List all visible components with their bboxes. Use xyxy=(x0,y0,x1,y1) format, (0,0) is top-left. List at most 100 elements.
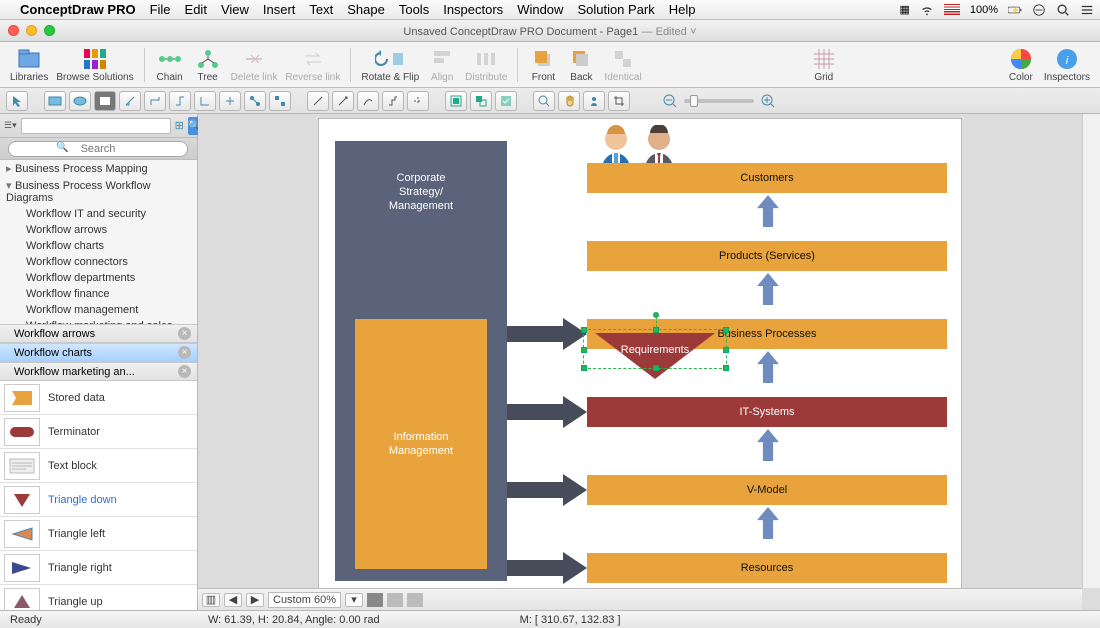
page-tab[interactable] xyxy=(407,593,423,607)
conn-tool-7[interactable] xyxy=(269,91,291,111)
tray-icon[interactable]: ▦ xyxy=(899,3,909,16)
tree-node[interactable]: Workflow management xyxy=(0,302,197,318)
identical-button[interactable]: Identical xyxy=(602,45,643,85)
line-tool-4[interactable] xyxy=(382,91,404,111)
color-button[interactable]: Color xyxy=(1004,45,1038,85)
line-tool-3[interactable] xyxy=(357,91,379,111)
group-tool-3[interactable] xyxy=(495,91,517,111)
conn-tool-2[interactable] xyxy=(144,91,166,111)
tree-node[interactable]: Workflow IT and security xyxy=(0,206,197,222)
arrow-up-5[interactable] xyxy=(753,507,783,539)
page-prev[interactable]: ▶ xyxy=(246,593,264,607)
rotate-flip-button[interactable]: Rotate & Flip xyxy=(359,45,421,85)
flag-icon[interactable] xyxy=(944,4,960,15)
arrow-up-2[interactable] xyxy=(753,273,783,305)
menu-solution-park[interactable]: Solution Park xyxy=(577,2,654,17)
shape-information-management[interactable]: Information Management xyxy=(355,319,487,569)
shape-v-model[interactable]: V-Model xyxy=(587,475,947,505)
menu-extras-icon[interactable] xyxy=(1080,3,1094,17)
menu-shape[interactable]: Shape xyxy=(347,2,385,17)
menu-inspectors[interactable]: Inspectors xyxy=(443,2,503,17)
arrow-up-1[interactable] xyxy=(753,195,783,227)
pointer-tool[interactable] xyxy=(6,91,28,111)
line-tool-1[interactable] xyxy=(307,91,329,111)
arrow-up-3[interactable] xyxy=(753,351,783,383)
arrow-up-4[interactable] xyxy=(753,429,783,461)
tree-node[interactable]: Workflow arrows xyxy=(0,222,197,238)
menu-insert[interactable]: Insert xyxy=(263,2,296,17)
rect-tool[interactable] xyxy=(44,91,66,111)
menu-text[interactable]: Text xyxy=(309,2,333,17)
menu-file[interactable]: File xyxy=(150,2,171,17)
delete-link-button[interactable]: Delete link xyxy=(229,45,280,85)
library-menu-icon[interactable]: ☰▾ xyxy=(4,120,17,131)
reverse-link-button[interactable]: Reverse link xyxy=(283,45,342,85)
menu-window[interactable]: Window xyxy=(517,2,563,17)
line-tool-5[interactable] xyxy=(407,91,429,111)
wifi-icon[interactable] xyxy=(920,3,934,17)
selection-handles[interactable] xyxy=(583,329,727,369)
crop-tool[interactable] xyxy=(608,91,630,111)
vertical-scrollbar[interactable] xyxy=(1082,114,1100,588)
arrow-right-4[interactable] xyxy=(507,551,587,585)
front-button[interactable]: Front xyxy=(526,45,560,85)
hand-tool[interactable] xyxy=(558,91,580,111)
page-pane-toggle[interactable]: ▥ xyxy=(202,593,220,607)
zoom-in-tool[interactable] xyxy=(533,91,555,111)
conn-tool-6[interactable] xyxy=(244,91,266,111)
zoom-dropdown[interactable]: ▾ xyxy=(345,593,363,607)
line-tool-2[interactable] xyxy=(332,91,354,111)
browse-solutions-button[interactable]: Browse Solutions xyxy=(54,45,135,85)
library-tab[interactable]: Workflow arrows× xyxy=(0,324,197,343)
menu-view[interactable]: View xyxy=(221,2,249,17)
battery-icon[interactable]: ⚡ xyxy=(1008,3,1022,17)
libraries-button[interactable]: Libraries xyxy=(8,45,50,85)
conn-tool-4[interactable] xyxy=(194,91,216,111)
menu-tools[interactable]: Tools xyxy=(399,2,429,17)
shape-customers[interactable]: Customers xyxy=(587,163,947,193)
do-not-disturb-icon[interactable] xyxy=(1032,3,1046,17)
distribute-button[interactable]: Distribute xyxy=(463,45,509,85)
ellipse-tool[interactable] xyxy=(69,91,91,111)
shape-it-systems[interactable]: IT-Systems xyxy=(587,397,947,427)
search-input[interactable] xyxy=(8,141,188,157)
shape-item[interactable]: Triangle left xyxy=(0,517,197,551)
tree-button[interactable]: Tree xyxy=(191,45,225,85)
title-dropdown-icon[interactable]: ˅ xyxy=(690,26,696,38)
page[interactable]: Corporate Strategy/ Management Informati… xyxy=(318,118,962,588)
shape-products[interactable]: Products (Services) xyxy=(587,241,947,271)
shape-item[interactable]: Triangle right xyxy=(0,551,197,585)
page-tab[interactable] xyxy=(367,593,383,607)
back-button[interactable]: Back xyxy=(564,45,598,85)
tree-node[interactable]: Workflow finance xyxy=(0,286,197,302)
shape-item[interactable]: Terminator xyxy=(0,415,197,449)
menu-help[interactable]: Help xyxy=(669,2,696,17)
conn-tool-5[interactable] xyxy=(219,91,241,111)
arrow-right-2[interactable] xyxy=(507,395,587,429)
tree-node[interactable]: Workflow departments xyxy=(0,270,197,286)
inspectors-button[interactable]: i Inspectors xyxy=(1042,45,1092,85)
shape-resources[interactable]: Resources xyxy=(587,553,947,583)
shape-item[interactable]: Text block xyxy=(0,449,197,483)
shape-item[interactable]: Stored data xyxy=(0,381,197,415)
arrow-right-1[interactable] xyxy=(507,317,587,351)
close-icon[interactable]: × xyxy=(178,346,191,359)
tree-node[interactable]: ▸Business Process Mapping xyxy=(0,160,197,177)
tree-node[interactable]: ▾Business Process Workflow Diagrams xyxy=(0,177,197,206)
zoom-out-button[interactable] xyxy=(659,91,681,111)
block-tool[interactable] xyxy=(94,91,116,111)
app-name[interactable]: ConceptDraw PRO xyxy=(20,2,136,17)
conn-tool-1[interactable] xyxy=(119,91,141,111)
canvas-viewport[interactable]: Corporate Strategy/ Management Informati… xyxy=(198,114,1082,588)
group-tool-2[interactable] xyxy=(470,91,492,111)
tree-node[interactable]: Workflow charts xyxy=(0,238,197,254)
close-icon[interactable]: × xyxy=(178,365,191,378)
shape-item[interactable]: Triangle down xyxy=(0,483,197,517)
zoom-combo[interactable]: Custom 60% xyxy=(268,592,341,608)
align-button[interactable]: Align xyxy=(425,45,459,85)
grid-button[interactable]: Grid xyxy=(807,45,841,85)
library-tab[interactable]: Workflow charts× xyxy=(0,343,197,362)
library-filter-input[interactable] xyxy=(21,118,171,134)
menu-edit[interactable]: Edit xyxy=(185,2,207,17)
zoom-slider[interactable] xyxy=(684,99,754,103)
